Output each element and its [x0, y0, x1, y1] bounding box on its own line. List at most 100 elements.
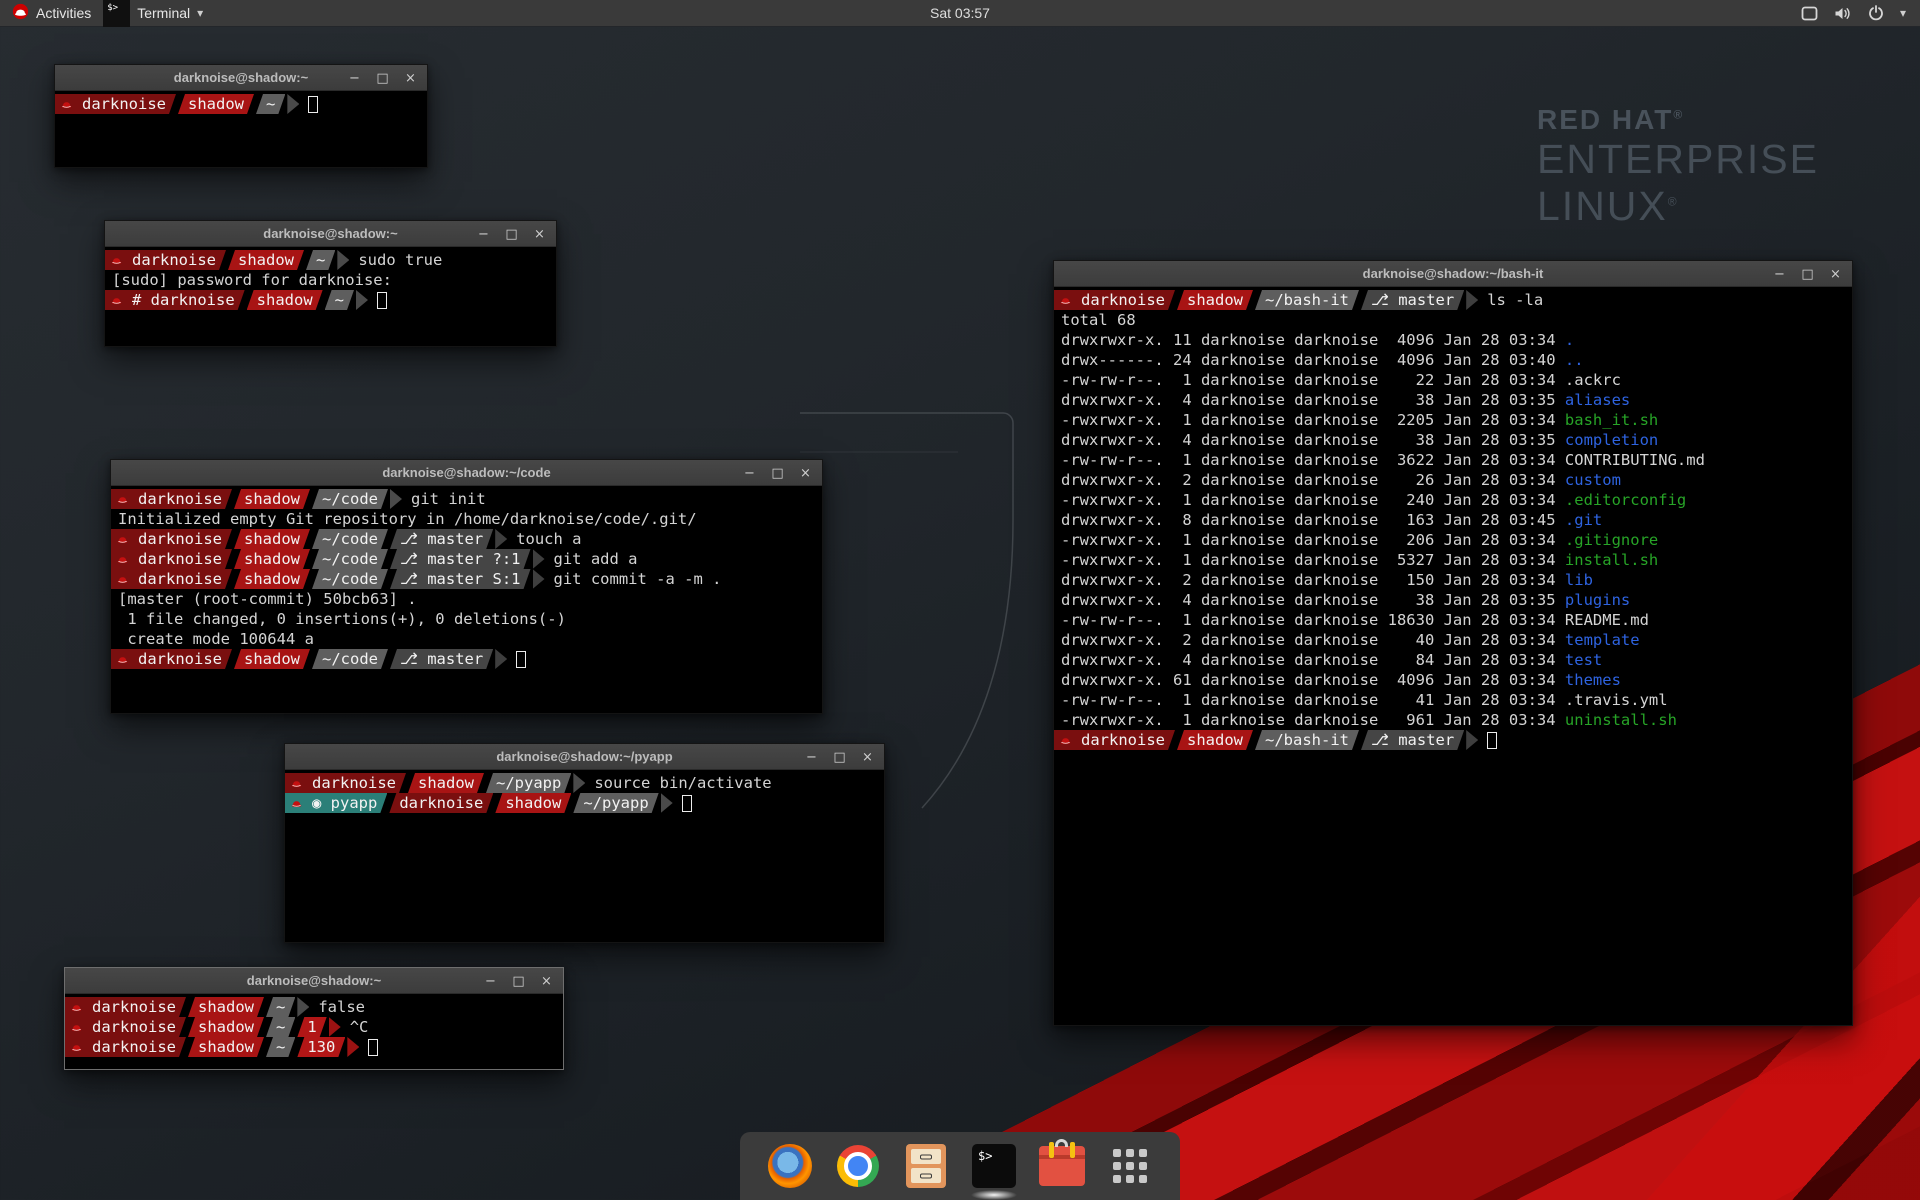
file-list-row: -rw-rw-r--. 1 darknoise darknoise 18630 …	[1054, 610, 1852, 630]
dock-item-app-grid[interactable]	[1106, 1142, 1154, 1190]
file-name: .git	[1565, 511, 1602, 529]
terminal-content[interactable]: darknoiseshadow~/pyappsource bin/activat…	[285, 770, 884, 942]
minimize-button[interactable]: −	[346, 70, 363, 87]
screen-layout-icon[interactable]	[1801, 6, 1818, 21]
prompt-segment-user: darknoise	[285, 773, 406, 793]
prompt-segment-path: ~	[266, 1017, 295, 1037]
maximize-button[interactable]: □	[503, 226, 520, 243]
close-button[interactable]: ×	[531, 226, 548, 243]
prompt-segment-user: darknoise	[111, 549, 232, 569]
terminal-prompt-line: darknoiseshadow~/code⎇ mastertouch a	[111, 529, 822, 549]
activities-button[interactable]: Activities	[0, 0, 103, 26]
terminal-cursor[interactable]	[1487, 732, 1497, 749]
file-list-row: drwxrwxr-x. 61 darknoise darknoise 4096 …	[1054, 670, 1852, 690]
terminal-cursor[interactable]	[516, 651, 526, 668]
prompt-arrow-cap	[287, 94, 299, 114]
titlebar[interactable]: darknoise@shadow:~ − □ ×	[65, 968, 563, 994]
file-attributes: -rwxrwxr-x. 1 darknoise darknoise 2205 J…	[1061, 411, 1565, 429]
file-list-row: -rwxrwxr-x. 1 darknoise darknoise 206 Ja…	[1054, 530, 1852, 550]
window-title: darknoise@shadow:~	[263, 226, 397, 241]
dock: $>	[740, 1132, 1180, 1200]
terminal-prompt-line: darknoiseshadow~/code⎇ master S:1git com…	[111, 569, 822, 589]
prompt-segment-user: darknoise	[111, 489, 232, 509]
terminal-window-bash-it: darknoise@shadow:~/bash-it − □ × darknoi…	[1053, 260, 1853, 1026]
terminal-cursor[interactable]	[368, 1039, 378, 1056]
terminal-prompt-line: darknoiseshadow~/bash-it⎇ master	[1054, 730, 1852, 750]
file-attributes: drwx------. 24 darknoise darknoise 4096 …	[1061, 351, 1565, 369]
terminal-content[interactable]: darknoiseshadow~sudo true[sudo] password…	[105, 247, 556, 346]
file-attributes: drwxrwxr-x. 2 darknoise darknoise 150 Ja…	[1061, 571, 1565, 589]
redhat-prompt-icon	[116, 493, 129, 506]
volume-icon[interactable]	[1834, 6, 1852, 21]
running-indicator	[971, 1190, 1017, 1200]
file-attributes: drwxrwxr-x. 4 darknoise darknoise 38 Jan…	[1061, 431, 1565, 449]
close-button[interactable]: ×	[859, 749, 876, 766]
terminal-cursor[interactable]	[682, 795, 692, 812]
file-name: ..	[1565, 351, 1584, 369]
redhat-prompt-icon	[1059, 294, 1072, 307]
prompt-segment-path: ~/code	[312, 529, 388, 549]
dock-item-toolbox[interactable]	[1038, 1142, 1086, 1190]
command-text: ls -la	[1487, 290, 1543, 310]
minimize-button[interactable]: −	[475, 226, 492, 243]
terminal-cursor[interactable]	[308, 96, 318, 113]
dock-item-terminal[interactable]: $>	[970, 1142, 1018, 1190]
prompt-segment-text: ~/bash-it	[1265, 290, 1349, 310]
terminal-window-pyapp: darknoise@shadow:~/pyapp − □ × darknoise…	[284, 743, 885, 943]
close-button[interactable]: ×	[402, 70, 419, 87]
minimize-button[interactable]: −	[803, 749, 820, 766]
close-button[interactable]: ×	[797, 465, 814, 482]
minimize-button[interactable]: −	[1771, 266, 1788, 283]
system-menu-caret-icon[interactable]: ▾	[1900, 6, 1906, 20]
file-list-row: -rw-rw-r--. 1 darknoise darknoise 41 Jan…	[1054, 690, 1852, 710]
titlebar[interactable]: darknoise@shadow:~/code − □ ×	[111, 460, 822, 486]
prompt-segment-text: ⎇ master ?:1	[400, 549, 521, 569]
terminal-content[interactable]: darknoiseshadow~/bash-it⎇ masterls -lato…	[1054, 287, 1852, 1025]
terminal-content[interactable]: darknoiseshadow~	[55, 91, 427, 167]
prompt-segment-path: ~	[306, 250, 335, 270]
minimize-button[interactable]: −	[482, 973, 499, 990]
window-title: darknoise@shadow:~	[174, 70, 308, 85]
close-button[interactable]: ×	[538, 973, 555, 990]
prompt-segment-user: darknoise	[65, 1037, 186, 1057]
minimize-button[interactable]: −	[741, 465, 758, 482]
maximize-button[interactable]: □	[374, 70, 391, 87]
titlebar[interactable]: darknoise@shadow:~/bash-it − □ ×	[1054, 261, 1852, 287]
prompt-segment-host: shadow	[234, 649, 310, 669]
terminal-prompt-line: darknoiseshadow~1^C	[65, 1017, 563, 1037]
prompt-segment-path: ~/bash-it	[1255, 290, 1359, 310]
power-icon[interactable]	[1868, 5, 1884, 21]
prompt-segment-text: shadow	[198, 997, 254, 1017]
titlebar[interactable]: darknoise@shadow:~ − □ ×	[105, 221, 556, 247]
focused-app-menu[interactable]: $> Terminal ▾	[103, 0, 213, 26]
terminal-content[interactable]: darknoiseshadow~/codegit initInitialized…	[111, 486, 822, 713]
prompt-segment-text: ~/pyapp	[496, 773, 561, 793]
terminal-output-line: create mode 100644 a	[111, 629, 822, 649]
close-button[interactable]: ×	[1827, 266, 1844, 283]
prompt-segment-text: darknoise	[92, 997, 176, 1017]
maximize-button[interactable]: □	[510, 973, 527, 990]
terminal-cursor[interactable]	[377, 292, 387, 309]
prompt-segment-exit: 1	[297, 1017, 326, 1037]
maximize-button[interactable]: □	[831, 749, 848, 766]
terminal-output-line: Initialized empty Git repository in /hom…	[111, 509, 822, 529]
terminal-content[interactable]: darknoiseshadow~falsedarknoiseshadow~1^C…	[65, 994, 563, 1069]
titlebar[interactable]: darknoise@shadow:~/pyapp − □ ×	[285, 744, 884, 770]
prompt-segment-user: darknoise	[105, 250, 226, 270]
prompt-arrow-cap	[347, 1037, 359, 1057]
maximize-button[interactable]: □	[769, 465, 786, 482]
prompt-segment-text: ~/bash-it	[1265, 730, 1349, 750]
dock-item-files[interactable]	[902, 1142, 950, 1190]
dock-item-chrome[interactable]	[834, 1142, 882, 1190]
prompt-segment-path: ~/pyapp	[486, 773, 571, 793]
titlebar[interactable]: darknoise@shadow:~ − □ ×	[55, 65, 427, 91]
file-attributes: drwxrwxr-x. 4 darknoise darknoise 38 Jan…	[1061, 391, 1565, 409]
file-attributes: drwxrwxr-x. 2 darknoise darknoise 26 Jan…	[1061, 471, 1565, 489]
prompt-segment-text: shadow	[1187, 290, 1243, 310]
maximize-button[interactable]: □	[1799, 266, 1816, 283]
file-list-row: drwxrwxr-x. 2 darknoise darknoise 40 Jan…	[1054, 630, 1852, 650]
prompt-segment-user: # darknoise	[105, 290, 245, 310]
dock-item-firefox[interactable]	[766, 1142, 814, 1190]
clock[interactable]: Sat 03:57	[0, 5, 1920, 21]
prompt-arrow-cap	[495, 649, 507, 669]
